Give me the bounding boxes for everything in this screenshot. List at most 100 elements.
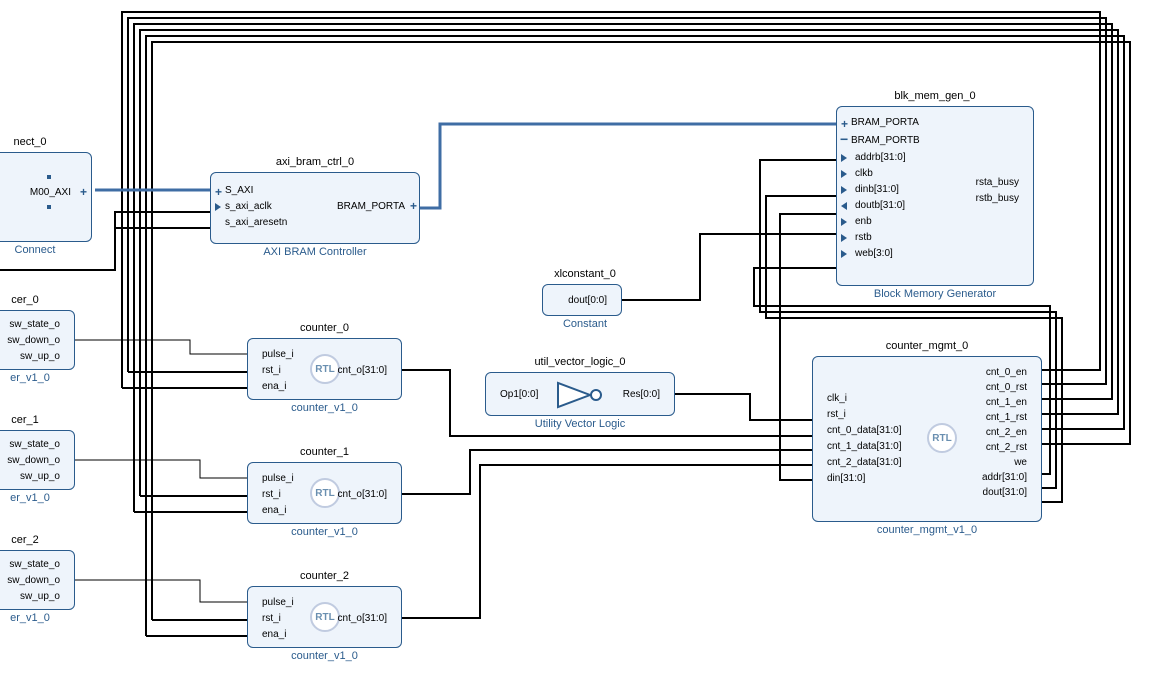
block-blk-mem-gen[interactable]: + BRAM_PORTA − BRAM_PORTB addrb[31:0] cl… — [836, 106, 1034, 286]
port-ena-i: ena_i — [262, 381, 286, 392]
axi-bram-ctrl-footer: AXI BRAM Controller — [210, 246, 420, 258]
debouncer-2-title: cer_2 — [0, 534, 50, 546]
counter-0-footer: counter_v1_0 — [247, 402, 402, 414]
block-util-vector-logic[interactable]: Op1[0:0] Res[0:0] — [485, 372, 675, 416]
debouncer-1-footer: er_v1_0 — [0, 492, 60, 504]
interconnect-footer: Connect — [0, 244, 70, 256]
port-clk-i: clk_i — [827, 393, 847, 404]
port-sw-up-o: sw_up_o — [20, 351, 60, 362]
block-xlconstant[interactable]: dout[0:0] — [542, 284, 622, 316]
axi-bram-ctrl-title: axi_bram_ctrl_0 — [210, 156, 420, 168]
port-pulse-i: pulse_i — [262, 597, 294, 608]
block-counter-0[interactable]: pulse_i rst_i ena_i RTL cnt_o[31:0] — [247, 338, 402, 400]
port-clkb: clkb — [855, 168, 873, 179]
expand-icon[interactable]: + — [80, 185, 87, 199]
xlconstant-title: xlconstant_0 — [530, 268, 640, 280]
block-axi-interconnect[interactable]: M00_AXI + — [0, 152, 92, 242]
block-axi-bram-ctrl[interactable]: + S_AXI s_axi_aclk s_axi_aresetn BRAM_PO… — [210, 172, 420, 244]
rtl-badge-icon: RTL — [310, 478, 340, 508]
port-cnt-1-data: cnt_1_data[31:0] — [827, 441, 902, 452]
port-rsta-busy: rsta_busy — [976, 177, 1019, 188]
counter-1-title: counter_1 — [247, 446, 402, 458]
port-doutb: doutb[31:0] — [855, 200, 905, 211]
port-cnt-o: cnt_o[31:0] — [338, 613, 387, 624]
port-addr: addr[31:0] — [982, 472, 1027, 483]
port-rst-i: rst_i — [262, 489, 281, 500]
port-din: din[31:0] — [827, 473, 865, 484]
rtl-badge-icon: RTL — [927, 423, 957, 453]
xlconstant-footer: Constant — [530, 318, 640, 330]
port-s-axi-aclk: s_axi_aclk — [225, 201, 272, 212]
counter-1-footer: counter_v1_0 — [247, 526, 402, 538]
port-rstb-busy: rstb_busy — [976, 193, 1019, 204]
port-sw-up-o: sw_up_o — [20, 591, 60, 602]
collapse-icon[interactable]: − — [840, 131, 848, 147]
port-sw-down-o: sw_down_o — [7, 575, 60, 586]
port-bram-portb: BRAM_PORTB — [851, 135, 920, 146]
port-sw-down-o: sw_down_o — [7, 335, 60, 346]
util-vector-logic-title: util_vector_logic_0 — [485, 356, 675, 368]
debouncer-0-title: cer_0 — [0, 294, 50, 306]
expand-icon[interactable]: + — [410, 199, 417, 213]
block-counter-2[interactable]: pulse_i rst_i ena_i RTL cnt_o[31:0] — [247, 586, 402, 648]
port-dout: dout[31:0] — [983, 487, 1027, 498]
port-res: Res[0:0] — [623, 389, 660, 400]
port-cnt-0-data: cnt_0_data[31:0] — [827, 425, 902, 436]
port-pulse-i: pulse_i — [262, 349, 294, 360]
block-debouncer-1[interactable]: sw_state_o sw_down_o sw_up_o — [0, 430, 75, 490]
rtl-badge-icon: RTL — [310, 602, 340, 632]
port-cnt-2-en: cnt_2_en — [986, 427, 1027, 438]
rtl-badge-icon: RTL — [310, 354, 340, 384]
port-rstb: rstb — [855, 232, 872, 243]
block-debouncer-0[interactable]: sw_state_o sw_down_o sw_up_o — [0, 310, 75, 370]
port-sw-state-o: sw_state_o — [9, 559, 60, 570]
inverter-icon — [554, 379, 610, 411]
port-rst-i: rst_i — [262, 613, 281, 624]
counter-2-title: counter_2 — [247, 570, 402, 582]
port-m00-axi: M00_AXI — [30, 187, 71, 198]
port-cnt-o: cnt_o[31:0] — [338, 365, 387, 376]
counter-2-footer: counter_v1_0 — [247, 650, 402, 662]
port-cnt-0-en: cnt_0_en — [986, 367, 1027, 378]
port-bram-porta: BRAM_PORTA — [337, 201, 405, 212]
block-debouncer-2[interactable]: sw_state_o sw_down_o sw_up_o — [0, 550, 75, 610]
blk-mem-gen-footer: Block Memory Generator — [836, 288, 1034, 300]
port-web: web[3:0] — [855, 248, 893, 259]
port-pulse-i: pulse_i — [262, 473, 294, 484]
port-cnt-2-data: cnt_2_data[31:0] — [827, 457, 902, 468]
port-cnt-1-rst: cnt_1_rst — [986, 412, 1027, 423]
counter-mgmt-footer: counter_mgmt_v1_0 — [812, 524, 1042, 536]
expand-icon[interactable]: + — [215, 185, 222, 199]
port-op1: Op1[0:0] — [500, 389, 538, 400]
util-vector-logic-footer: Utility Vector Logic — [485, 418, 675, 430]
port-cnt-2-rst: cnt_2_rst — [986, 442, 1027, 453]
port-s-axi: S_AXI — [225, 185, 253, 196]
port-enb: enb — [855, 216, 872, 227]
port-rst-i: rst_i — [827, 409, 846, 420]
interconnect-title: nect_0 — [0, 136, 60, 148]
debouncer-0-footer: er_v1_0 — [0, 372, 60, 384]
port-dout: dout[0:0] — [568, 295, 607, 306]
port-sw-up-o: sw_up_o — [20, 471, 60, 482]
expand-icon[interactable]: + — [841, 117, 848, 131]
port-cnt-1-en: cnt_1_en — [986, 397, 1027, 408]
port-cnt-0-rst: cnt_0_rst — [986, 382, 1027, 393]
port-s-axi-aresetn: s_axi_aresetn — [225, 217, 287, 228]
block-counter-mgmt[interactable]: clk_i rst_i cnt_0_data[31:0] cnt_1_data[… — [812, 356, 1042, 522]
port-cnt-o: cnt_o[31:0] — [338, 489, 387, 500]
port-rst-i: rst_i — [262, 365, 281, 376]
debouncer-1-title: cer_1 — [0, 414, 50, 426]
port-bram-porta: BRAM_PORTA — [851, 117, 919, 128]
block-counter-1[interactable]: pulse_i rst_i ena_i RTL cnt_o[31:0] — [247, 462, 402, 524]
counter-mgmt-title: counter_mgmt_0 — [812, 340, 1042, 352]
port-sw-down-o: sw_down_o — [7, 455, 60, 466]
port-ena-i: ena_i — [262, 629, 286, 640]
port-ena-i: ena_i — [262, 505, 286, 516]
debouncer-2-footer: er_v1_0 — [0, 612, 60, 624]
port-addrb: addrb[31:0] — [855, 152, 906, 163]
counter-0-title: counter_0 — [247, 322, 402, 334]
port-sw-state-o: sw_state_o — [9, 439, 60, 450]
blk-mem-gen-title: blk_mem_gen_0 — [836, 90, 1034, 102]
port-sw-state-o: sw_state_o — [9, 319, 60, 330]
port-dinb: dinb[31:0] — [855, 184, 899, 195]
